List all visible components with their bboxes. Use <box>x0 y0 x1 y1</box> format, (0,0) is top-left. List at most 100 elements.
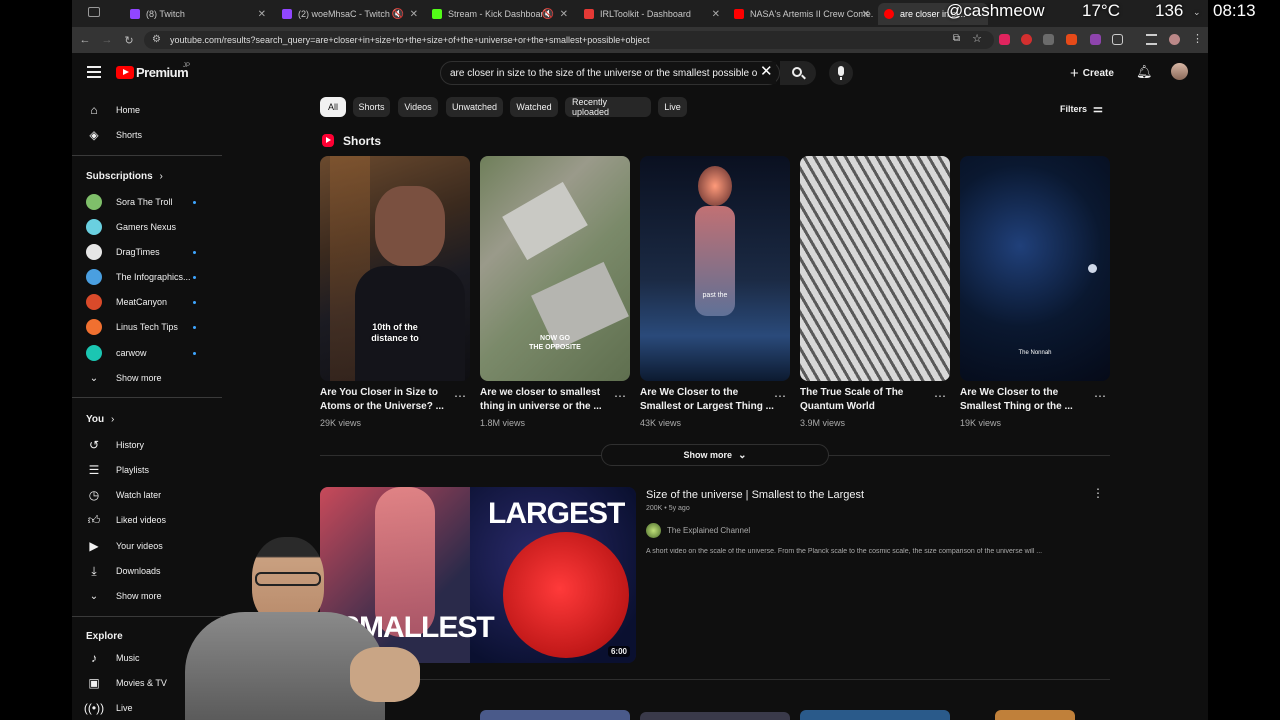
forward-icon[interactable]: → <box>98 31 116 49</box>
menu-hamburger-icon[interactable] <box>87 66 101 78</box>
you-show-more[interactable]: Show more <box>116 591 162 601</box>
short-title[interactable]: Are You Closer in Size to Atoms or the U… <box>320 386 455 414</box>
short-title[interactable]: Are We Closer to the Smallest or Largest… <box>640 386 775 414</box>
you-header[interactable]: You › <box>86 414 114 425</box>
close-tab-icon[interactable]: ✕ <box>410 9 418 20</box>
extensions-puzzle-icon[interactable] <box>1112 34 1123 45</box>
extension-icon[interactable] <box>1021 34 1032 45</box>
extension-icon[interactable] <box>1090 34 1101 45</box>
reload-icon[interactable]: ↻ <box>120 31 138 49</box>
webcam-overlay <box>160 532 450 720</box>
close-tab-icon[interactable]: ✕ <box>712 9 720 20</box>
sidebar-item-subscription[interactable]: Sora The Troll <box>116 197 172 207</box>
account-avatar[interactable] <box>1171 63 1188 80</box>
sidebar-item-subscription[interactable]: The Infographics... <box>116 272 191 282</box>
create-label: Create <box>1082 68 1114 79</box>
profile-avatar[interactable] <box>1169 34 1180 45</box>
sidebar-item-liked-videos[interactable]: Liked videos <box>116 515 166 525</box>
voice-search-button[interactable] <box>829 61 853 85</box>
sidebar-item-subscription[interactable]: Gamers Nexus <box>116 222 176 232</box>
sidebar-item-downloads[interactable]: Downloads <box>116 566 161 576</box>
back-icon[interactable]: ← <box>76 31 94 49</box>
address-bar[interactable]: ⚙ youtube.com/results?search_query=are+c… <box>144 31 994 49</box>
sidebar-item-playlists[interactable]: Playlists <box>116 465 149 475</box>
next-thumbnail[interactable] <box>640 712 790 720</box>
browser-menu-icon[interactable]: ⋮ <box>1192 32 1203 45</box>
browser-tab[interactable]: Stream - Kick Dashboard 🔇 ✕ <box>426 3 572 25</box>
video-meta: 200K • 5y ago <box>646 505 690 512</box>
short-thumbnail[interactable]: past the <box>640 156 790 381</box>
tab-search-icon[interactable] <box>88 7 100 17</box>
chip-all[interactable]: All <box>320 97 346 117</box>
more-options-icon[interactable]: ⋯ <box>1094 389 1106 403</box>
install-icon[interactable]: ⧉ <box>953 33 960 44</box>
notifications-bell-icon[interactable]: 🔔︎ <box>1136 64 1153 80</box>
browser-tab[interactable]: (2) woeMhsaC - Twitch 🔇 ✕ <box>276 3 422 25</box>
download-icon: ⤓ <box>91 563 97 578</box>
sidebar-item-history[interactable]: History <box>116 440 144 450</box>
bookmark-star-icon[interactable]: ☆ <box>972 32 982 45</box>
more-options-icon[interactable]: ⋯ <box>454 389 466 403</box>
extension-icon[interactable] <box>1043 34 1054 45</box>
mute-icon[interactable]: 🔇 <box>542 9 554 20</box>
youtube-icon <box>884 9 894 19</box>
next-thumbnail[interactable] <box>800 710 950 720</box>
sidebar-item-subscription[interactable]: carwow <box>116 348 147 358</box>
subscriptions-show-more[interactable]: Show more <box>116 373 162 383</box>
sidebar-item-shorts[interactable]: Shorts <box>116 130 142 140</box>
sidebar-item-subscription[interactable]: MeatCanyon <box>116 297 167 307</box>
sidebar-item-subscription[interactable]: Linus Tech Tips <box>116 322 178 332</box>
short-thumbnail[interactable]: NOW GO THE OPPOSITE <box>480 156 630 381</box>
more-options-icon[interactable]: ⋯ <box>614 389 626 403</box>
chip-recently-uploaded[interactable]: Recently uploaded <box>565 97 651 117</box>
short-thumbnail[interactable]: The Nonnah <box>960 156 1110 381</box>
filters-button[interactable]: Filters ⚌ <box>1060 102 1103 115</box>
next-thumbnail[interactable] <box>995 710 1075 720</box>
search-button[interactable] <box>780 61 816 85</box>
search-input[interactable]: are closer in size to the size of the un… <box>440 61 780 85</box>
shorts-heading: Shorts <box>343 134 382 148</box>
create-button[interactable]: + Create <box>1070 65 1114 82</box>
chip-live[interactable]: Live <box>658 97 687 117</box>
chip-shorts[interactable]: Shorts <box>353 97 390 117</box>
reading-list-icon[interactable] <box>1146 34 1157 45</box>
more-options-icon[interactable]: ⋯ <box>934 389 946 403</box>
sidebar-item-home[interactable]: Home <box>116 105 140 115</box>
short-thumbnail[interactable] <box>800 156 950 381</box>
more-options-icon[interactable]: ⋯ <box>774 389 786 403</box>
youtube-logo-icon[interactable] <box>116 66 134 79</box>
short-title[interactable]: Are we closer to smallest thing in unive… <box>480 386 615 414</box>
browser-tab[interactable]: NASA's Artemis II Crew Come... ✕ <box>728 3 874 25</box>
channel-avatar[interactable] <box>646 523 661 538</box>
extension-icon[interactable] <box>1066 34 1077 45</box>
clear-search-icon[interactable]: ✕ <box>760 62 776 84</box>
mute-icon[interactable]: 🔇 <box>392 9 404 20</box>
short-thumbnail[interactable]: 10th of the distance to <box>320 156 470 381</box>
close-tab-icon[interactable]: ✕ <box>258 9 266 20</box>
video-title[interactable]: Size of the universe | Smallest to the L… <box>646 489 864 501</box>
sidebar-item-music[interactable]: Music <box>116 653 140 663</box>
close-tab-icon[interactable]: ✕ <box>862 9 870 20</box>
shorts-show-more-button[interactable]: Show more ⌄ <box>601 444 829 466</box>
sidebar-item-your-videos[interactable]: Your videos <box>116 541 163 551</box>
chip-unwatched[interactable]: Unwatched <box>446 97 503 117</box>
short-title[interactable]: Are We Closer to the Smallest Thing or t… <box>960 386 1095 414</box>
browser-tab[interactable]: (8) Twitch ✕ <box>124 3 270 25</box>
sidebar-item-live[interactable]: Live <box>116 703 133 713</box>
twitch-icon <box>282 9 292 19</box>
chip-watched[interactable]: Watched <box>510 97 558 117</box>
chip-videos[interactable]: Videos <box>398 97 438 117</box>
sidebar-item-subscription[interactable]: DragTimes <box>116 247 160 257</box>
close-tab-icon[interactable]: ✕ <box>560 9 568 20</box>
channel-name[interactable]: The Explained Channel <box>667 526 750 535</box>
more-options-icon[interactable]: ⋮ <box>1092 486 1104 500</box>
browser-tab[interactable]: IRLToolkit - Dashboard ✕ <box>578 3 724 25</box>
subscriptions-header[interactable]: Subscriptions › <box>86 171 163 182</box>
new-content-dot <box>193 201 196 204</box>
next-thumbnail[interactable] <box>480 710 630 720</box>
site-info-icon[interactable]: ⚙ <box>152 34 161 45</box>
sidebar-item-watch-later[interactable]: Watch later <box>116 490 161 500</box>
extension-icon[interactable] <box>999 34 1010 45</box>
short-title[interactable]: The True Scale of The Quantum World <box>800 386 935 414</box>
tab-title: IRLToolkit - Dashboard <box>600 9 691 19</box>
